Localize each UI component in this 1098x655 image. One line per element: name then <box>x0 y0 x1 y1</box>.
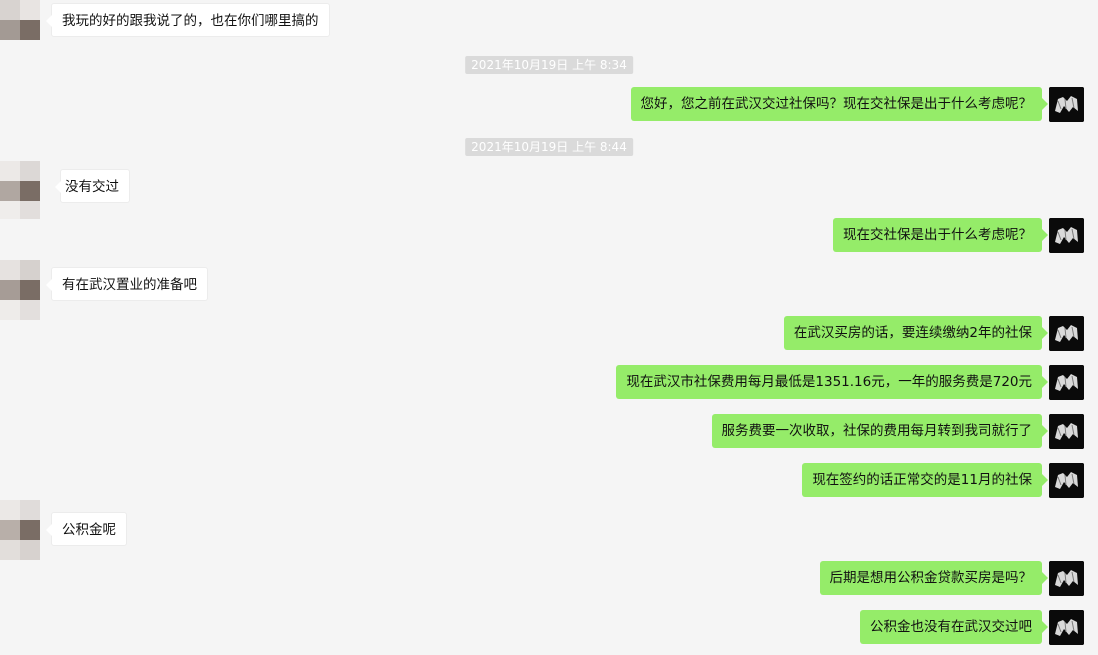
self-avatar-icon[interactable] <box>1049 610 1084 645</box>
incoming-message[interactable]: 没有交过 <box>55 169 130 203</box>
contact-avatar-icon[interactable] <box>0 0 40 40</box>
outgoing-message[interactable]: 在武汉买房的话，要连续缴纳2年的社保 <box>783 316 1049 350</box>
self-avatar-icon[interactable] <box>1049 561 1084 596</box>
contact-avatar-icon[interactable] <box>0 500 40 560</box>
self-avatar-icon[interactable] <box>1049 414 1084 449</box>
outgoing-message[interactable]: 公积金也没有在武汉交过吧 <box>860 610 1048 644</box>
self-avatar-icon[interactable] <box>1049 463 1084 498</box>
self-avatar-icon[interactable] <box>1049 365 1084 400</box>
outgoing-message[interactable]: 现在武汉市社保费用每月最低是1351.16元，一年的服务费是720元 <box>616 365 1048 399</box>
outgoing-message[interactable]: 服务费要一次收取，社保的费用每月转到我司就行了 <box>711 414 1048 448</box>
incoming-message[interactable]: 有在武汉置业的准备吧 <box>46 267 208 301</box>
chat-message-list[interactable]: 我玩的好的跟我说了的，也在你们哪里搞的 2021年10月19日 上午 8:34 … <box>0 0 1098 655</box>
outgoing-message[interactable]: 现在签约的话正常交的是11月的社保 <box>802 463 1048 497</box>
message-timestamp: 2021年10月19日 上午 8:34 <box>465 56 633 74</box>
incoming-message[interactable]: 公积金呢 <box>46 512 127 546</box>
message-timestamp: 2021年10月19日 上午 8:44 <box>465 138 633 156</box>
contact-avatar-icon[interactable] <box>0 260 40 320</box>
self-avatar-icon[interactable] <box>1049 316 1084 351</box>
contact-avatar-icon[interactable] <box>0 161 40 219</box>
outgoing-message[interactable]: 现在交社保是出于什么考虑呢？ <box>833 218 1048 252</box>
incoming-message[interactable]: 我玩的好的跟我说了的，也在你们哪里搞的 <box>46 3 330 37</box>
outgoing-message[interactable]: 您好，您之前在武汉交过社保吗？现在交社保是出于什么考虑呢？ <box>630 87 1048 121</box>
self-avatar-icon[interactable] <box>1049 218 1084 253</box>
self-avatar-icon[interactable] <box>1049 87 1084 122</box>
outgoing-message[interactable]: 后期是想用公积金贷款买房是吗？ <box>819 561 1048 595</box>
